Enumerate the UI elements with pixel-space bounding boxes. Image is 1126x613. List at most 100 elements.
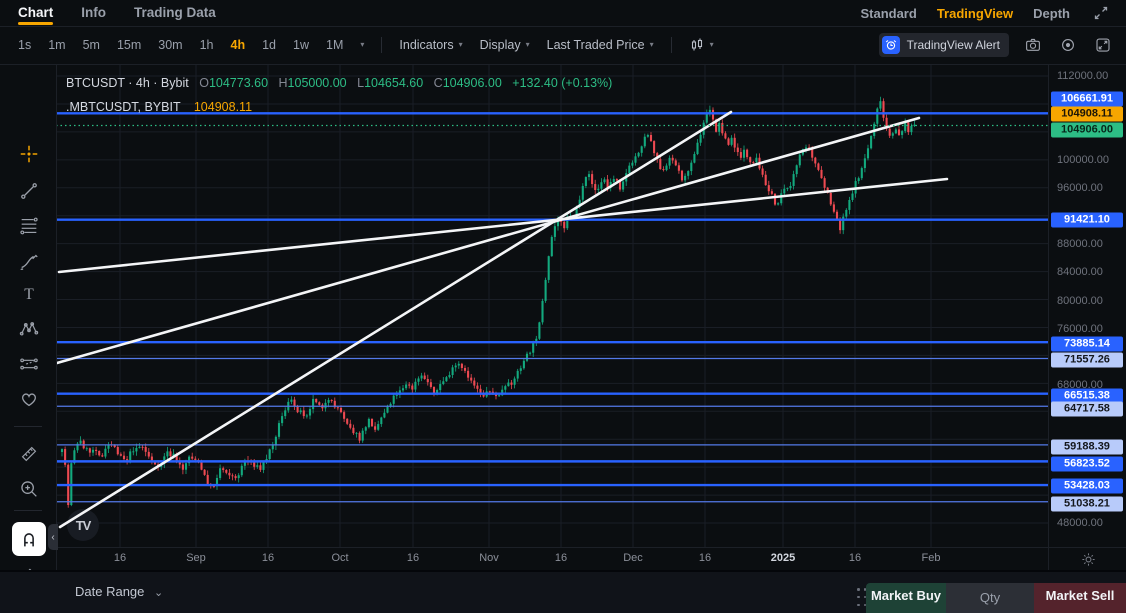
chevron-down-icon: ▾ [526,40,530,49]
tradingview-alert-label: TradingView Alert [907,38,1000,52]
time-axis-label: Oct [331,552,348,564]
price-axis-label: 88000.00 [1057,238,1103,250]
timeframe-dropdown-icon[interactable]: ▾ [360,40,364,49]
price-axis-label: 100000.00 [1057,154,1109,166]
time-axis-label: Nov [479,552,499,564]
nav-tab-info[interactable]: Info [81,0,106,26]
price-badge: 64717.58 [1051,402,1123,417]
time-axis-label: 16 [114,552,126,564]
ohlc-high-key: H [279,76,288,90]
alarm-icon [882,36,900,54]
brush-tool[interactable] [12,245,46,279]
trend-line-tool[interactable] [12,174,46,208]
market-sell-label: Market Sell [1034,588,1126,603]
price-scale-settings-icon[interactable] [1080,552,1096,568]
chevron-down-icon: ⌄ [154,587,163,599]
time-axis-label: 16 [407,552,419,564]
price-badge: 53428.03 [1051,479,1123,494]
fullscreen-icon[interactable] [1092,34,1114,56]
date-range-label: Date Range [75,584,144,599]
timeframe-5m[interactable]: 5m [83,38,100,52]
market-sell-button[interactable]: Market Sell 104,906.00 [1034,583,1126,613]
expand-arrows-icon[interactable] [1090,2,1112,24]
timeframe-1M[interactable]: 1M [326,38,343,52]
nav-tab-trading-data[interactable]: Trading Data [134,0,216,26]
price-badge: 59188.39 [1051,440,1123,455]
time-axis-label: Feb [922,552,941,564]
price-badge: 104908.11 [1051,107,1123,122]
price-axis-label: 112000.00 [1057,70,1108,82]
nav-mode-standard[interactable]: Standard [860,6,916,21]
index-price: 104908.11 [194,100,252,114]
time-axis-label: 16 [555,552,567,564]
divider [671,37,672,53]
indicators-label: Indicators [399,38,453,52]
chart-canvas[interactable]: TV [0,0,1126,613]
market-buy-label: Market Buy [866,588,946,603]
timeframe-1d[interactable]: 1d [262,38,276,52]
timeframe-1w[interactable]: 1w [293,38,309,52]
chevron-down-icon: ▾ [650,40,654,49]
magnet-tool[interactable] [12,522,46,556]
divider [381,37,382,53]
last-traded-price-label: Last Traded Price [547,38,645,52]
collapse-toolbar-button[interactable]: ‹ [48,524,58,550]
last-traded-price-menu[interactable]: Last Traded Price ▾ [547,38,654,52]
crosshair-tool[interactable] [12,137,46,171]
axis-corner [1048,547,1126,571]
price-axis-label: 80000.00 [1057,295,1103,307]
price-badge: 51038.21 [1051,497,1123,512]
time-axis-label: 16 [849,552,861,564]
fib-retracement-tool[interactable] [12,209,46,243]
chevron-down-icon: ▾ [710,40,714,49]
divider [14,510,42,511]
ohlc-close-value: 104906.00 [443,76,502,90]
text-tool[interactable]: T [12,277,46,311]
timeframe-1m[interactable]: 1m [48,38,65,52]
time-axis-label: 16 [262,552,274,564]
target-icon[interactable] [1057,34,1079,56]
display-menu[interactable]: Display ▾ [480,38,530,52]
symbol-title: BTCUSDT · 4h · Bybit [66,76,189,90]
price-badge: 73885.14 [1051,337,1123,352]
chart-toolbar: 1s 1m 5m 15m 30m 1h 4h 1d 1w 1M ▾ Indicators ▾ Di… [0,26,1126,65]
timeframe-30m[interactable]: 30m [158,38,182,52]
timeframe-1h[interactable]: 1h [200,38,214,52]
time-axis-label: 2025 [771,552,795,564]
trading-app: TV Chart Info Trading Data Standard Trading… [0,0,1126,613]
price-axis-label: 84000.00 [1057,266,1103,278]
timeframe-15m[interactable]: 15m [117,38,141,52]
price-badge: 104906.00 [1051,123,1123,138]
index-legend-row[interactable]: .MBTCUSDT, BYBIT 104908.11 [66,100,252,114]
emoji-heart-tool[interactable] [12,382,46,416]
candles-icon [689,37,705,53]
svg-text:T: T [24,286,34,303]
market-buy-button[interactable]: Market Buy 104,906.00 [866,583,946,613]
drawing-toolbar: T [0,64,57,570]
svg-text:TV: TV [76,518,92,533]
price-badge: 56823.52 [1051,457,1123,472]
chart-type-menu[interactable]: ▾ [689,37,714,53]
indicators-menu[interactable]: Indicators ▾ [399,38,462,52]
nav-mode-tradingview[interactable]: TradingView [937,6,1013,21]
position-projection-tool[interactable] [12,347,46,381]
price-axis-label: 96000.00 [1057,182,1103,194]
ruler-tool[interactable] [12,437,46,471]
time-axis[interactable]: 16Sep16Oct16Nov16Dec16202516Feb [56,547,1048,571]
nav-mode-depth[interactable]: Depth [1033,6,1070,21]
tradingview-alert-button[interactable]: TradingView Alert [879,33,1009,57]
price-badge: 71557.26 [1051,353,1123,368]
price-axis[interactable]: 112000.00 100000.00 96000.00 88000.00 84000.… [1048,64,1126,547]
timeframe-1s[interactable]: 1s [18,38,31,52]
change-value: +132.40 (+0.13%) [512,76,612,90]
qty-input[interactable]: Qty [946,583,1034,613]
divider [14,426,42,427]
zoom-in-tool[interactable] [12,472,46,506]
xabcd-pattern-tool[interactable] [12,312,46,346]
qty-label: Qty [946,590,1034,605]
camera-icon[interactable] [1022,34,1044,56]
symbol-legend-row[interactable]: BTCUSDT · 4h · Bybit O104773.60 H105000.… [66,76,612,90]
nav-tab-chart[interactable]: Chart [18,0,53,26]
date-range-selector[interactable]: Date Range ⌄ [75,584,163,599]
timeframe-4h[interactable]: 4h [231,38,246,52]
